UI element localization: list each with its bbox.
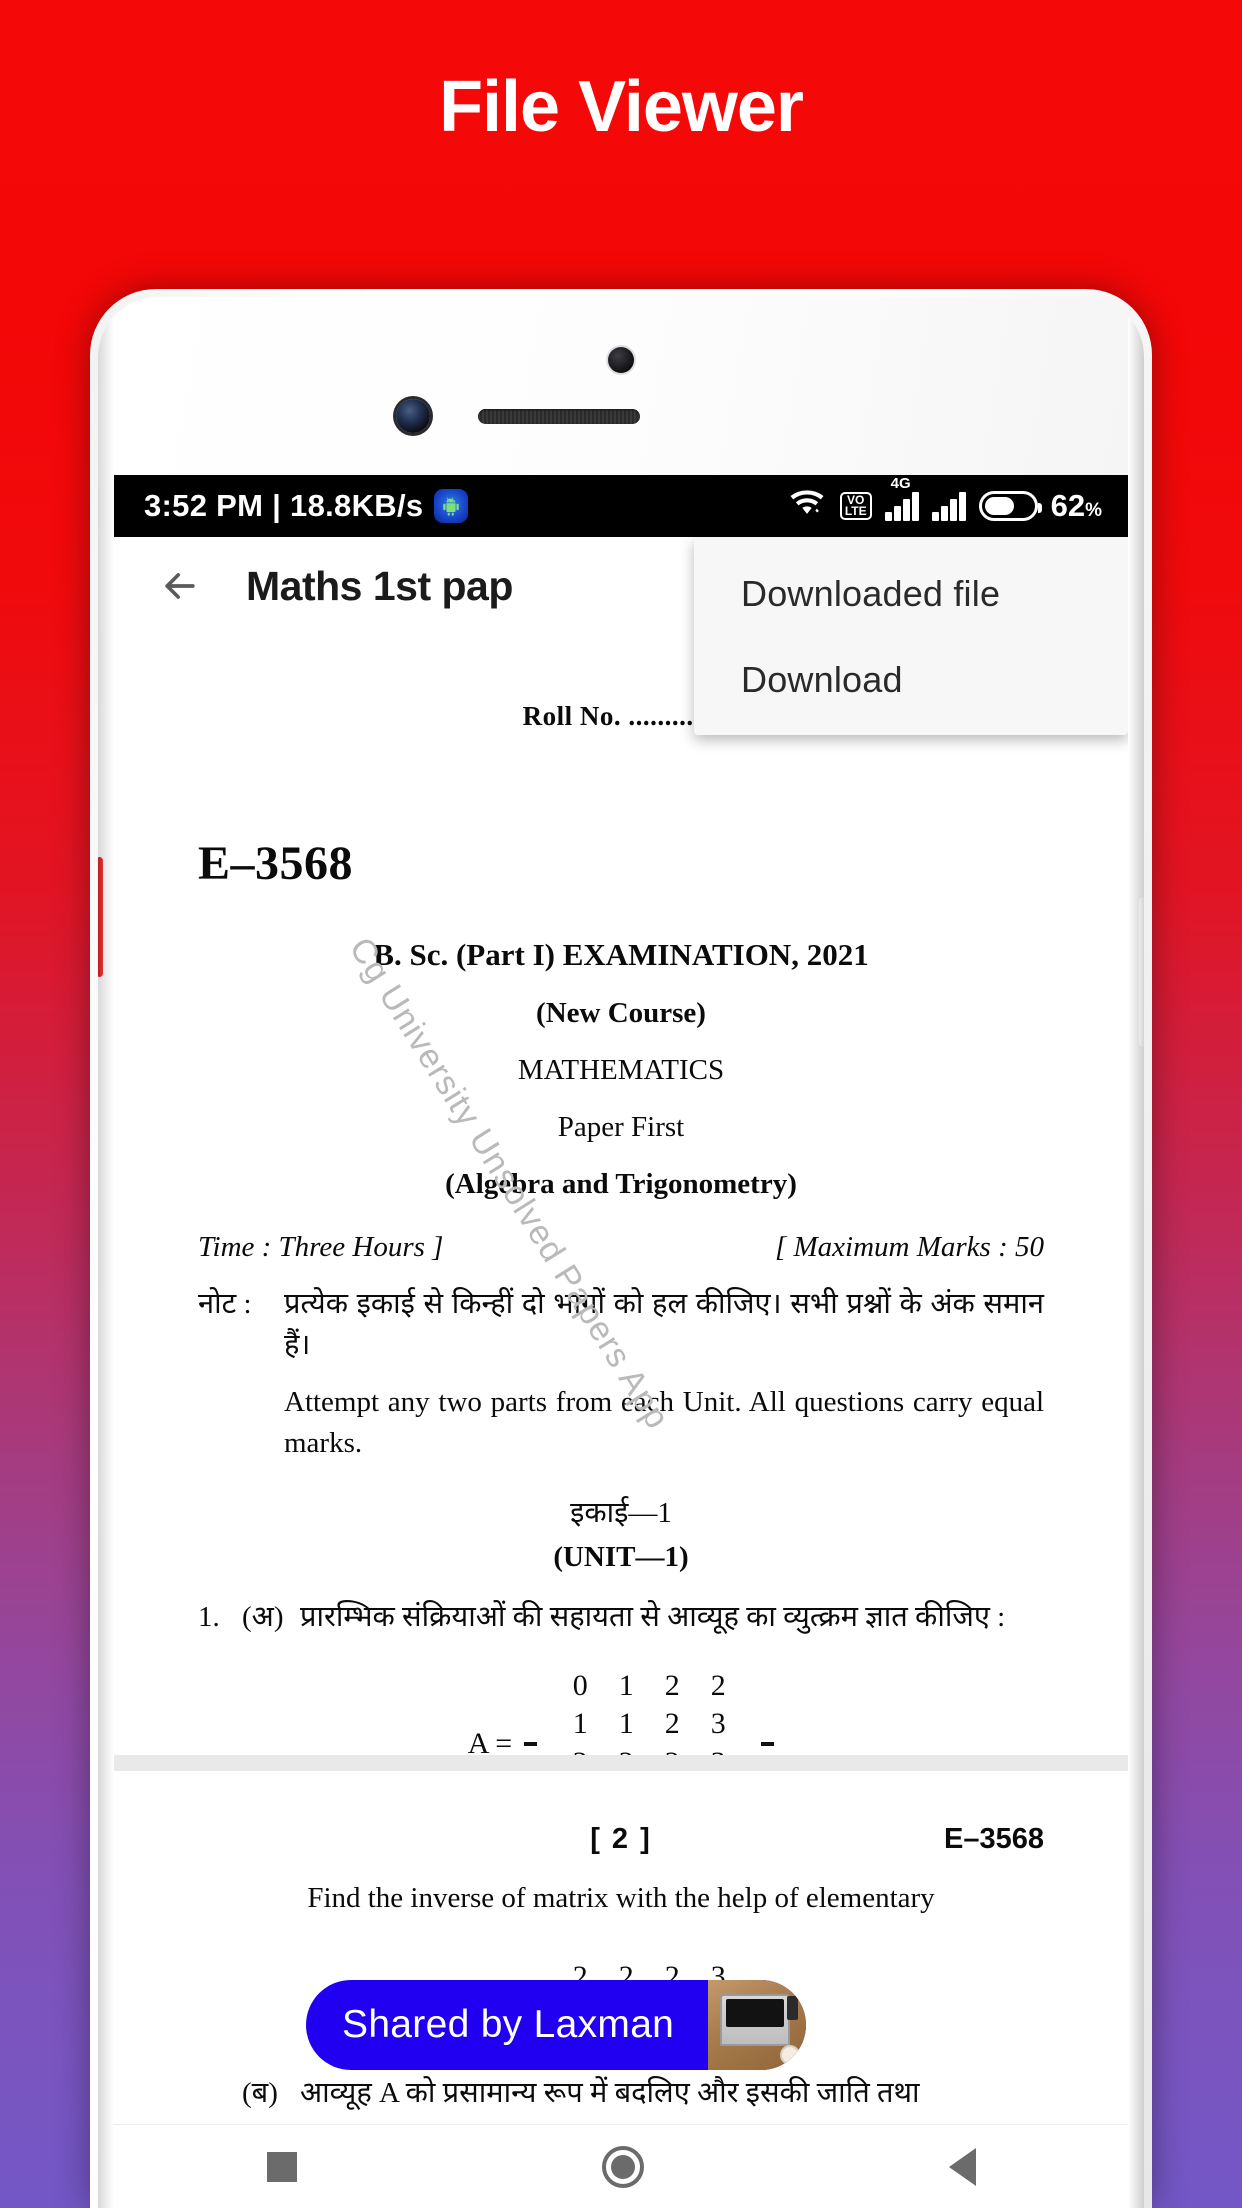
question-text: प्रारम्भिक संक्रियाओं की सहायता से आव्यू… [300, 1600, 1006, 1633]
matrix-a: A = 0 1 2 2 1 1 2 3 2 2 [198, 1664, 1044, 1755]
page2-line-1: Find the inverse of matrix with the help… [307, 1882, 935, 1914]
time-marks-row: Time : Three Hours ] [ Maximum Marks : 5… [198, 1231, 1044, 1264]
matrix-cell: 3 [710, 1707, 726, 1741]
rear-camera-icon [608, 347, 634, 373]
note-label: नोट : [198, 1288, 252, 1320]
triangle-back-icon[interactable] [948, 2147, 976, 2186]
question-1-part-b: (ब) आव्यूह A को प्रसामान्य रूप में बदलिए… [198, 2072, 1044, 2114]
signal-sim2-icon [931, 491, 966, 521]
matrix-cell: 2 [557, 1745, 603, 1755]
matrix-cell: 2 [664, 1668, 680, 1702]
earpiece-speaker [478, 409, 640, 424]
document-page-1: Cg University Unsolved Papers App Roll N… [114, 635, 1128, 1755]
circle-home-icon[interactable] [601, 2145, 644, 2188]
matrix-cell: 0 [572, 1668, 588, 1702]
question-part: (ब) [242, 2077, 278, 2110]
phone-body: 3:52 PM | 18.8KB/s VO LTE 4G 62% Maths 1… [98, 297, 1144, 2208]
matrix-cell: 2 [649, 1745, 695, 1755]
android-robot-icon [434, 489, 469, 523]
phone-bezel-left [98, 297, 114, 2208]
unit-heading-hindi: इकाई—1 [570, 1496, 672, 1529]
laptop-photo-thumbnail [708, 1980, 806, 2070]
battery-percent-label: 62% [1050, 488, 1102, 523]
matrix-cell: 1 [618, 1668, 634, 1702]
paper-title: (Algebra and Trigonometry) [445, 1168, 797, 1200]
matrix-cell: 2 [664, 1707, 680, 1741]
max-marks-label: [ Maximum Marks : 50 [774, 1231, 1044, 1263]
unit-heading-english: (UNIT—1) [553, 1540, 689, 1573]
promo-title: File Viewer [439, 67, 804, 147]
shared-by-label: Shared by Laxman [342, 2003, 675, 2046]
matrix-cell: 1 [572, 1707, 588, 1741]
power-button [98, 857, 103, 977]
document-page-2: [ 2 ] E–3568 Find the inverse of matrix … [114, 1771, 1128, 2124]
course-type: (New Course) [536, 997, 706, 1029]
page2-paper-code: E–3568 [944, 1823, 1044, 1855]
status-bar-left: 3:52 PM | 18.8KB/s [144, 488, 469, 524]
volte-icon: VO LTE [839, 492, 872, 520]
battery-icon [978, 491, 1042, 521]
matrix-cell: 1 [618, 1707, 634, 1741]
note-hindi: प्रत्येक इकाई से किन्हीं दो भागों को हल … [284, 1288, 1044, 1362]
matrix-bracket-left [524, 1741, 538, 1746]
question-number-spacer [198, 2072, 242, 2114]
phone-bezel-right [1128, 297, 1144, 2208]
matrix-values: 0 1 2 2 1 1 2 3 2 2 2 3 2 [549, 1664, 749, 1755]
note-row: नोट : प्रत्येक इकाई से किन्हीं दो भागों … [198, 1284, 1044, 1366]
matrix-cell: 2 [603, 1745, 649, 1755]
menu-item-downloaded-file[interactable]: Downloaded file [694, 551, 1128, 637]
android-nav-bar [114, 2124, 1128, 2208]
square-recents-icon[interactable] [266, 2151, 297, 2182]
shared-by-banner[interactable]: Shared by Laxman [306, 1980, 806, 2070]
page2-header: [ 2 ] E–3568 [198, 1823, 1044, 1856]
matrix-cell: 2 [710, 1668, 726, 1702]
question-number: 1. [198, 1600, 220, 1633]
signal-4g-icon: 4G [884, 475, 919, 521]
front-camera-icon [396, 399, 430, 433]
note-english: Attempt any two parts from each Unit. Al… [284, 1386, 1044, 1459]
wifi-icon [787, 489, 827, 524]
status-bar-right: VO LTE 4G 62% [787, 475, 1102, 524]
paper-name: Paper First [557, 1111, 685, 1143]
exam-line: B. Sc. (Part I) EXAMINATION, 2021 [373, 937, 869, 972]
app-bar: Maths 1st pap Downloaded file Download [114, 537, 1128, 735]
status-time-speed: 3:52 PM | 18.8KB/s [144, 488, 424, 523]
phone-mockup: 3:52 PM | 18.8KB/s VO LTE 4G 62% Maths 1… [90, 289, 1152, 2208]
matrix-bracket-right [761, 1741, 775, 1746]
overflow-menu: Downloaded file Download [694, 537, 1128, 735]
paper-code: E–3568 [198, 837, 354, 890]
phone-screen: 3:52 PM | 18.8KB/s VO LTE 4G 62% Maths 1… [114, 475, 1128, 2208]
menu-item-download[interactable]: Download [694, 637, 1128, 723]
volume-button [1139, 897, 1144, 1047]
status-bar: 3:52 PM | 18.8KB/s VO LTE 4G 62% [114, 475, 1128, 537]
matrix-cell: 3 [695, 1745, 741, 1755]
matrix-label: A = [467, 1726, 513, 1755]
time-label: Time : Three Hours ] [198, 1231, 444, 1263]
document-viewer[interactable]: Cg University Unsolved Papers App Roll N… [114, 635, 1128, 2124]
page-title: Maths 1st pap [246, 562, 513, 609]
question-text: आव्यूह A को प्रसामान्य रूप में बदलिए और … [300, 2077, 920, 2110]
page-number: [ 2 ] [590, 1823, 652, 1855]
back-arrow-icon[interactable] [158, 564, 202, 608]
question-part: (अ) [242, 1600, 284, 1633]
question-1: 1. (अ) प्रारम्भिक संक्रियाओं की सहायता स… [198, 1596, 1044, 1638]
subject-name: MATHEMATICS [517, 1054, 725, 1086]
